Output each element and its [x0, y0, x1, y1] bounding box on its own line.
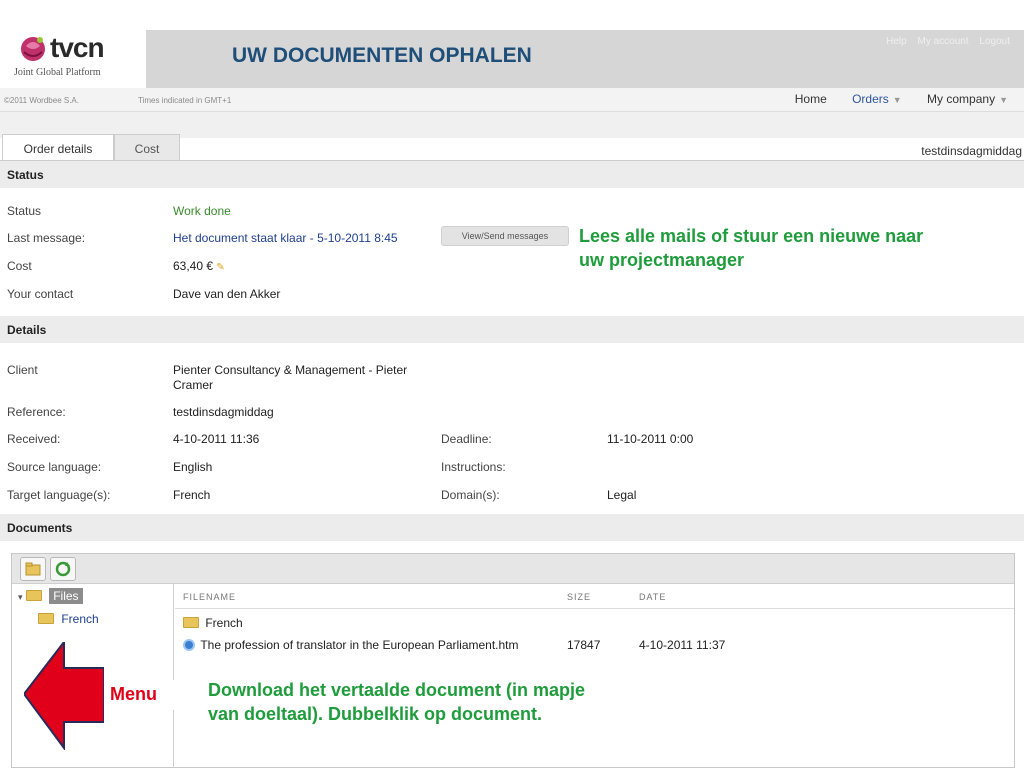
status-label: Status	[7, 204, 42, 218]
globe-logo-icon	[21, 37, 45, 61]
status-value: Work done	[173, 204, 231, 218]
folder-icon	[25, 590, 42, 601]
client-value-line1: Pienter Consultancy & Management - Piete…	[173, 363, 408, 377]
folder-icon	[183, 617, 199, 628]
internet-explorer-icon	[183, 639, 195, 651]
tree-expand-icon[interactable]: ▾	[18, 592, 23, 602]
reference-label: Reference:	[7, 405, 66, 419]
menu-annotation: Menu	[110, 684, 157, 704]
target-language-value: French	[173, 488, 211, 502]
contact-value[interactable]: Dave van den Akker	[173, 287, 280, 301]
tab-order-details[interactable]: Order details	[2, 134, 114, 160]
folder-icon	[25, 562, 41, 576]
page-title: UW DOCUMENTEN OPHALEN	[232, 44, 532, 67]
open-folder-button[interactable]	[20, 557, 46, 581]
nav-orders-label: Orders	[852, 92, 889, 106]
mail-note-line1: Lees alle mails of stuur een nieuwe naar	[579, 226, 924, 246]
download-note-line2: van doeltaal). Dubbelklik op document.	[208, 704, 543, 724]
mail-note: Lees alle mails of stuur een nieuwe naar…	[579, 224, 923, 272]
column-date[interactable]: DATE	[639, 592, 666, 602]
refresh-icon	[55, 561, 71, 577]
tree-french-label: French	[61, 612, 99, 626]
deadline-value: 11-10-2011 0:00	[607, 432, 694, 446]
documents-toolbar	[12, 554, 1014, 584]
section-status-title: Status	[0, 161, 1024, 188]
client-label: Client	[7, 363, 38, 377]
column-size[interactable]: SIZE	[567, 592, 591, 602]
refresh-button[interactable]	[50, 557, 76, 581]
top-links: Help My account Logout	[878, 36, 1010, 47]
file-row-document-name: The profession of translator in the Euro…	[200, 638, 519, 652]
received-value: 4-10-2011 11:36	[173, 432, 260, 446]
target-language-label: Target language(s):	[7, 488, 111, 502]
help-link[interactable]: Help	[886, 36, 907, 47]
file-row-document[interactable]: The profession of translator in the Euro…	[183, 638, 1013, 652]
contact-label: Your contact	[7, 287, 74, 301]
file-row-document-size: 17847	[567, 638, 601, 652]
nav-company-label: My company	[927, 92, 996, 106]
download-note-line1: Download het vertaalde document (in mapj…	[208, 680, 586, 700]
column-filename[interactable]: FILENAME	[183, 592, 236, 602]
file-row-folder[interactable]: French	[183, 616, 243, 630]
nav-company[interactable]: My company ▼	[927, 92, 1008, 106]
logout-link[interactable]: Logout	[979, 36, 1010, 47]
tree-item-french[interactable]: French	[38, 612, 99, 626]
section-documents-title: Documents	[0, 514, 1024, 541]
section-details-title: Details	[0, 316, 1024, 343]
file-row-folder-name: French	[205, 616, 243, 630]
last-message-label: Last message:	[7, 231, 86, 245]
info-bar: ©2011 Wordbee S.A. Times indicated in GM…	[0, 88, 1024, 112]
domain-label: Domain(s):	[441, 488, 500, 502]
nav-home[interactable]: Home	[795, 92, 827, 106]
chevron-down-icon: ▼	[999, 95, 1008, 105]
my-account-link[interactable]: My account	[917, 36, 968, 47]
logo[interactable]: tvcn Joint Global Platform	[0, 30, 146, 88]
chevron-down-icon: ▼	[892, 95, 902, 105]
left-arrow-icon	[24, 642, 104, 750]
file-row-document-date: 4-10-2011 11:37	[639, 638, 726, 652]
domain-value: Legal	[607, 488, 637, 502]
nav-home-label: Home	[794, 92, 827, 106]
timezone-text: Times indicated in GMT+1	[138, 96, 232, 105]
source-language-value: English	[173, 460, 213, 474]
cost-value: 63,40 € ✎	[173, 259, 225, 273]
tree-item-files[interactable]: ▾ Files	[18, 588, 83, 604]
column-divider	[175, 608, 1014, 609]
received-label: Received:	[7, 432, 61, 446]
order-name: testdinsdagmiddag	[921, 144, 1022, 158]
client-value-line2: Cramer	[173, 378, 214, 392]
file-list: FILENAME SIZE DATE French The profession…	[175, 584, 1014, 768]
instructions-label: Instructions:	[441, 460, 506, 474]
nav-orders[interactable]: Orders ▼	[852, 92, 902, 106]
mail-note-line2: uw projectmanager	[579, 250, 745, 270]
folder-icon	[38, 613, 54, 624]
cost-amount: 63,40 €	[173, 259, 214, 273]
source-language-label: Source language:	[7, 460, 102, 474]
logo-brand: tvcn	[50, 32, 105, 63]
documents-panel: ▾ Files French FILENAME SIZE DATE French…	[11, 553, 1015, 768]
download-note: Download het vertaalde document (in mapj…	[208, 678, 585, 726]
deadline-label: Deadline:	[441, 432, 492, 446]
tree-files-label: Files	[49, 588, 83, 604]
pencil-icon[interactable]: ✎	[216, 262, 224, 273]
view-send-messages-button[interactable]: View/Send messages	[441, 226, 569, 246]
cost-label: Cost	[7, 259, 32, 273]
logo-tagline: Joint Global Platform	[14, 67, 101, 78]
copyright-text: ©2011 Wordbee S.A.	[4, 96, 79, 105]
main-nav: Home Orders ▼ My company ▼	[773, 92, 1008, 106]
last-message-link[interactable]: Het document staat klaar - 5-10-2011 8:4…	[173, 231, 398, 245]
reference-value: testdinsdagmiddag	[173, 405, 274, 419]
tab-cost[interactable]: Cost	[114, 134, 180, 160]
